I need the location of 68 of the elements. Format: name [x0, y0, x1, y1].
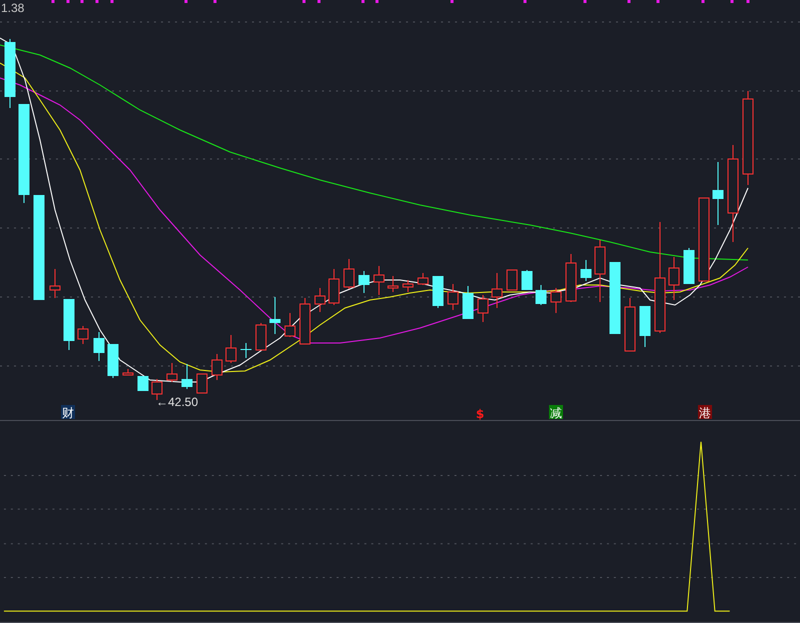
candlestick	[624, 298, 636, 352]
tick-mark	[52, 0, 54, 3]
candlestick	[448, 284, 458, 310]
candlestick	[108, 344, 118, 378]
tick-mark	[80, 0, 84, 3]
candlestick	[668, 256, 680, 300]
candlestick	[328, 268, 340, 306]
candlestick	[138, 376, 148, 392]
candlestick	[462, 286, 474, 320]
candlestick	[314, 288, 326, 312]
tick-mark	[524, 0, 526, 3]
candlestick	[4, 38, 16, 108]
tick-mark	[96, 0, 98, 3]
tick-mark	[656, 0, 660, 3]
candlestick	[478, 294, 488, 322]
event-marker: $	[476, 407, 484, 420]
tick-mark	[376, 0, 378, 3]
event-marker: 减	[549, 405, 563, 420]
candlestick	[122, 368, 134, 376]
candlestick	[522, 270, 532, 290]
candlestick	[166, 362, 178, 382]
tick-mark	[184, 0, 188, 3]
tick-mark	[302, 0, 306, 3]
candlestick	[536, 284, 546, 306]
candlestick	[300, 298, 310, 344]
event-marker: 港	[698, 405, 712, 420]
candlestick	[226, 334, 236, 364]
candlestick	[256, 322, 266, 350]
candlestick	[374, 266, 384, 296]
candlestick	[284, 312, 296, 338]
tick-mark	[628, 0, 630, 3]
tick-mark	[66, 0, 70, 3]
candlestick	[684, 248, 694, 284]
candlestick	[358, 270, 370, 294]
tick-mark	[318, 0, 320, 3]
tick-mark	[702, 0, 704, 3]
candlestick	[712, 162, 724, 226]
candlestick	[492, 272, 502, 308]
price-label: 1.38	[1, 1, 24, 15]
candlestick	[50, 268, 60, 298]
candlestick	[550, 288, 562, 314]
candlestick	[432, 276, 444, 308]
candlestick	[640, 306, 650, 348]
tick-mark	[214, 0, 216, 3]
tick-mark	[110, 0, 114, 3]
candlestick	[418, 272, 428, 286]
candlestick	[402, 280, 414, 292]
candlestick	[212, 354, 222, 380]
candlestick	[64, 298, 74, 350]
candlestick	[344, 258, 354, 290]
candlestick	[506, 270, 518, 290]
candlestick	[580, 260, 592, 282]
candlestick	[78, 326, 88, 344]
candlestick	[388, 276, 398, 292]
candlestick	[566, 254, 576, 302]
tick-mark	[450, 0, 454, 3]
candlestick	[182, 364, 192, 390]
tick-mark	[746, 0, 750, 3]
event-marker: 财	[61, 405, 75, 420]
candlestick	[594, 240, 606, 302]
candlestick	[94, 332, 104, 362]
low-price-label: ←42.50	[156, 395, 198, 409]
tick-mark	[584, 0, 586, 3]
tick-mark	[730, 0, 734, 3]
tick-mark	[362, 0, 364, 3]
candlestick	[196, 374, 208, 394]
candlestick	[240, 342, 252, 358]
candlestick	[270, 296, 280, 334]
